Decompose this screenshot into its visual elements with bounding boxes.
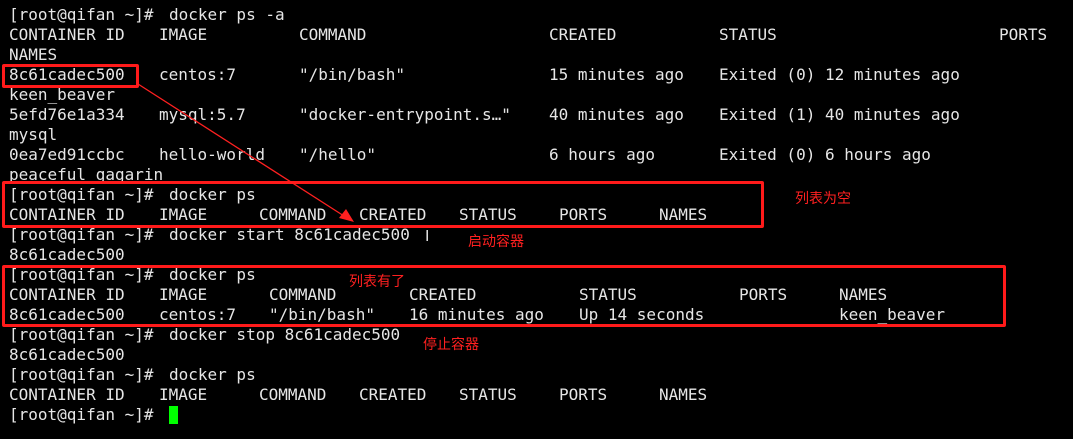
annotation-empty-list: 列表为空 (795, 191, 851, 207)
annotation-stop-container: 停止容器 (423, 337, 479, 353)
terminal-window[interactable]: [root@qifan ~]# docker ps -a CONTAINER I… (0, 0, 1073, 439)
arrow-line (137, 83, 345, 217)
annotation-start-container: 启动容器 (468, 234, 524, 250)
arrow-head (339, 209, 354, 222)
annotation-arrow (137, 83, 354, 222)
annotation-list-has-items: 列表有了 (349, 274, 405, 290)
